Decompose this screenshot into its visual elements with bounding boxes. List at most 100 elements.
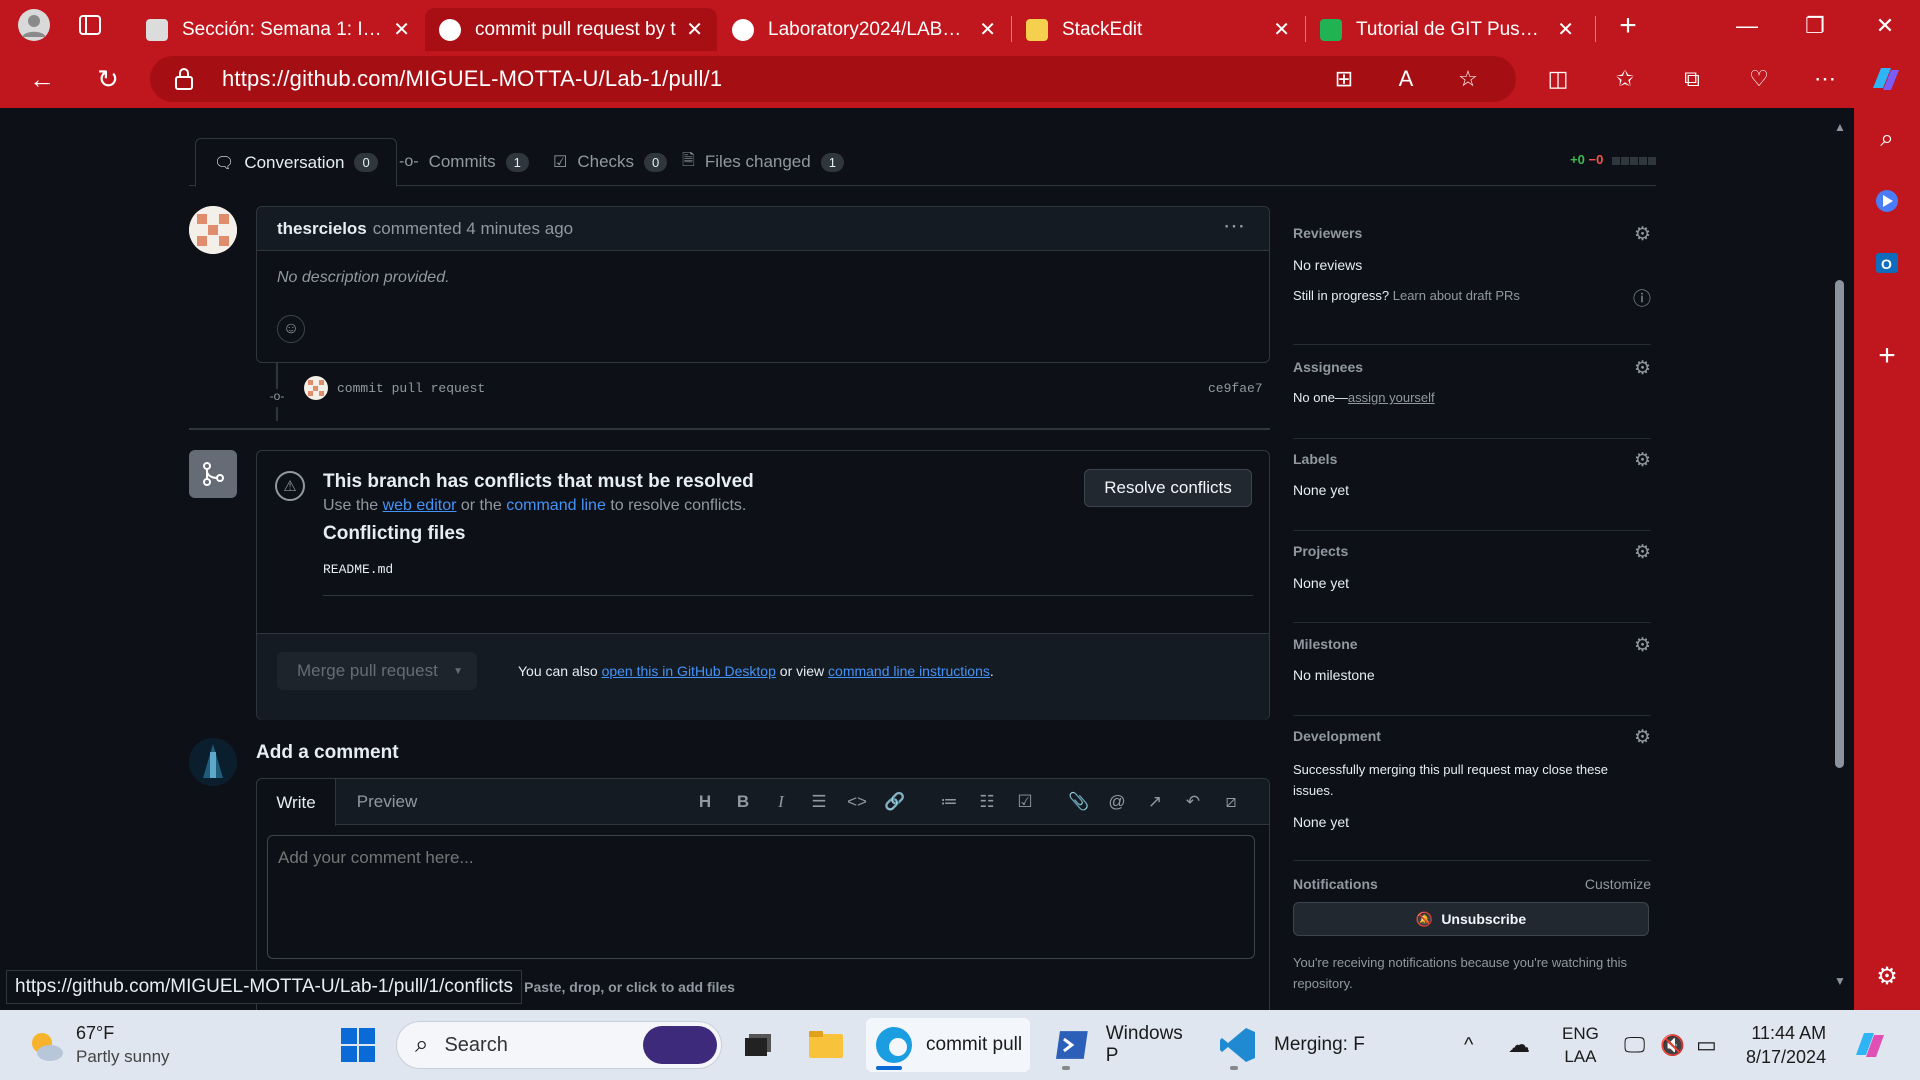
comment-timestamp[interactable]: commented 4 minutes ago <box>373 219 573 239</box>
comment-author[interactable]: thesrcielos <box>277 219 367 239</box>
collections-icon[interactable]: ⧉ <box>1674 61 1710 97</box>
close-tab-icon[interactable]: ✕ <box>686 17 703 42</box>
current-user-avatar[interactable] <box>189 738 237 786</box>
slash-commands-icon[interactable]: ⧄ <box>1216 779 1246 825</box>
projects-gear-icon[interactable]: ⚙ <box>1634 541 1651 564</box>
lock-icon[interactable] <box>174 67 194 96</box>
scrollbar-thumb[interactable] <box>1835 280 1844 768</box>
merge-pull-request-button[interactable]: Merge pull request ▼ <box>277 652 477 690</box>
author-avatar[interactable] <box>189 206 237 254</box>
browser-tab-2[interactable]: commit pull request by t ✕ <box>425 8 717 51</box>
commit-author-avatar[interactable] <box>304 376 328 400</box>
url-text[interactable]: https://github.com/MIGUEL-MOTTA-U/Lab-1/… <box>222 66 722 92</box>
taskbar-app-vscode[interactable]: Merging: F <box>1214 1018 1370 1072</box>
attach-files-text[interactable]: ▣ Paste, drop, or click to add files <box>507 979 735 996</box>
assignees-gear-icon[interactable]: ⚙ <box>1634 357 1651 380</box>
code-icon[interactable]: <> <box>842 779 872 825</box>
taskbar-app-edge[interactable]: commit pull <box>866 1018 1030 1072</box>
italic-icon[interactable]: I <box>766 779 796 825</box>
start-button[interactable] <box>336 1018 380 1072</box>
task-list-icon[interactable]: ☑ <box>1010 779 1040 825</box>
customize-link[interactable]: Customize <box>1585 876 1651 892</box>
attachment-icon[interactable]: 📎 <box>1064 779 1094 825</box>
browser-tab-1[interactable]: Sección: Semana 1: Intro ✕ <box>132 8 424 51</box>
commit-sha[interactable]: ce9fae7 <box>1208 381 1263 396</box>
tab-actions-icon[interactable] <box>70 5 110 45</box>
command-line-link[interactable]: command line <box>506 497 606 514</box>
outlook-icon[interactable]: O <box>1869 245 1905 281</box>
conflicting-file[interactable]: README.md <box>323 562 393 577</box>
comment-textarea[interactable] <box>267 835 1255 959</box>
battery-icon[interactable]: ▭ <box>1696 1018 1717 1072</box>
add-reaction-icon[interactable]: ☺ <box>277 315 305 343</box>
language-indicator[interactable]: ENG LAA <box>1562 1018 1599 1072</box>
write-tab[interactable]: Write <box>256 778 336 826</box>
github-desktop-link[interactable]: open this in GitHub Desktop <box>602 663 776 679</box>
preview-tab[interactable]: Preview <box>337 779 437 825</box>
unsubscribe-button[interactable]: 🔕 Unsubscribe <box>1293 902 1649 936</box>
link-icon[interactable]: 🔗 <box>880 779 910 825</box>
tab-checks[interactable]: ☑ Checks 0 <box>535 138 685 186</box>
close-window-button[interactable]: ✕ <box>1855 0 1915 51</box>
reviewers-gear-icon[interactable]: ⚙ <box>1634 223 1651 246</box>
close-tab-icon[interactable]: ✕ <box>1273 17 1290 42</box>
task-view-icon[interactable] <box>738 1018 778 1072</box>
favorites-icon[interactable]: ✩ <box>1607 61 1643 97</box>
resolve-conflicts-button[interactable]: Resolve conflicts <box>1084 469 1252 507</box>
copilot-icon[interactable] <box>1868 61 1904 97</box>
bold-icon[interactable]: B <box>728 779 758 825</box>
close-tab-icon[interactable]: ✕ <box>393 17 410 42</box>
taskbar-search[interactable]: ⌕ Search <box>396 1021 722 1069</box>
unordered-list-icon[interactable]: ☷ <box>972 779 1002 825</box>
back-button[interactable]: ← <box>22 59 62 99</box>
file-explorer-icon[interactable] <box>806 1018 846 1072</box>
kebab-menu-icon[interactable]: ⋯ <box>1223 213 1245 239</box>
weather-widget[interactable]: 67°F Partly sunny <box>26 1018 170 1072</box>
browser-tab-4[interactable]: StackEdit ✕ <box>1012 8 1304 51</box>
browser-essentials-icon[interactable]: ♡ <box>1741 61 1777 97</box>
tab-commits[interactable]: -o- Commits 1 <box>381 138 547 186</box>
labels-gear-icon[interactable]: ⚙ <box>1634 449 1651 472</box>
quote-icon[interactable]: ☰ <box>804 779 834 825</box>
cli-instructions-link[interactable]: command line instructions <box>828 663 990 679</box>
mention-icon[interactable]: @ <box>1102 779 1132 825</box>
restore-button[interactable]: ❐ <box>1785 0 1845 51</box>
tab-conversation[interactable]: 🗨 Conversation 0 <box>195 138 397 187</box>
web-editor-link[interactable]: web editor <box>383 497 457 514</box>
clock[interactable]: 11:44 AM 8/17/2024 <box>1746 1018 1826 1072</box>
milestone-gear-icon[interactable]: ⚙ <box>1634 634 1651 657</box>
onedrive-icon[interactable]: ☁ <box>1508 1018 1530 1072</box>
display-icon[interactable]: 🖵 <box>1624 1018 1645 1072</box>
browser-tab-5[interactable]: Tutorial de GIT Push y Pu ✕ <box>1306 8 1588 51</box>
favorite-star-icon[interactable]: ☆ <box>1450 61 1486 97</box>
search-icon[interactable]: ⌕ <box>1869 121 1905 157</box>
scroll-down-icon[interactable]: ▼ <box>1834 974 1846 988</box>
add-sidebar-app-icon[interactable]: + <box>1869 338 1905 374</box>
browser-tab-3[interactable]: Laboratory2024/LABORA ✕ <box>718 8 1010 51</box>
new-tab-button[interactable]: + <box>1598 0 1658 51</box>
app-available-icon[interactable]: ⊞ <box>1326 61 1362 97</box>
close-tab-icon[interactable]: ✕ <box>1557 17 1574 42</box>
commit-message[interactable]: commit pull request <box>337 381 485 396</box>
copilot-taskbar-icon[interactable] <box>1852 1018 1888 1072</box>
tab-files-changed[interactable]: 🗎 Files changed 1 <box>664 138 862 186</box>
development-gear-icon[interactable]: ⚙ <box>1634 726 1651 749</box>
assign-yourself-link[interactable]: assign yourself <box>1348 390 1435 405</box>
copilot-sidebar-icon[interactable] <box>1869 183 1905 219</box>
draft-prs-link[interactable]: Learn about draft PRs <box>1393 288 1520 303</box>
heading-icon[interactable]: H <box>690 779 720 825</box>
undo-icon[interactable]: ↶ <box>1178 779 1208 825</box>
cross-reference-icon[interactable]: ↗ <box>1140 779 1170 825</box>
mute-icon[interactable]: 🔇 <box>1660 1018 1685 1072</box>
ordered-list-icon[interactable]: ≔ <box>934 779 964 825</box>
sidebar-settings-icon[interactable]: ⚙ <box>1869 958 1905 994</box>
info-icon[interactable]: ⓘ <box>1633 285 1651 311</box>
split-screen-icon[interactable]: ◫ <box>1540 61 1576 97</box>
more-menu-icon[interactable]: ⋯ <box>1807 61 1843 97</box>
read-aloud-icon[interactable]: A <box>1388 61 1424 97</box>
profile-avatar[interactable] <box>14 5 54 45</box>
scroll-up-icon[interactable]: ▲ <box>1834 120 1846 134</box>
page-scrollbar[interactable]: ▲ ▼ <box>1830 108 1848 1010</box>
refresh-button[interactable]: ↻ <box>88 59 128 99</box>
close-tab-icon[interactable]: ✕ <box>979 17 996 42</box>
